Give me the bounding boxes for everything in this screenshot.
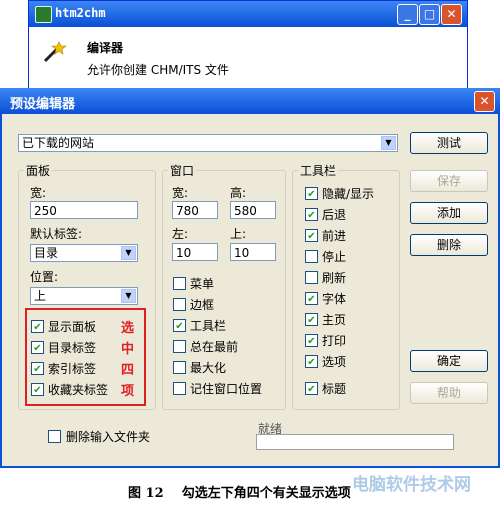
app-icon — [35, 6, 52, 23]
options-checkbox[interactable] — [305, 355, 318, 368]
toolbar-label: 工具栏 — [190, 319, 227, 333]
watermark-text: 电脑软件技术网 — [352, 475, 471, 495]
forward-label: 前进 — [322, 229, 347, 243]
panel-width-input[interactable]: 250 — [30, 201, 138, 219]
hide-show-label: 隐藏/显示 — [322, 187, 375, 201]
remember-position-checkbox[interactable] — [173, 382, 186, 395]
panel-width-label: 宽: — [30, 186, 47, 200]
annotation-char: 项 — [121, 384, 135, 399]
figure-caption: 图 12 勾选左下角四个有关显示选项 — [128, 486, 351, 501]
hide-show-checkbox[interactable] — [305, 187, 318, 200]
annotation-char: 选 — [121, 321, 135, 336]
delete-button[interactable]: 删除 — [410, 234, 488, 256]
menu-label: 菜单 — [190, 277, 215, 291]
stop-label: 停止 — [322, 250, 347, 264]
save-button[interactable]: 保存 — [410, 170, 488, 192]
htm2chm-lower-area: 删除输入文件夹 就绪 — [24, 410, 468, 466]
header-subtitle: 允许你创建 CHM/ITS 文件 — [87, 63, 229, 77]
show-panel-label: 显示面板 — [48, 320, 97, 334]
window-height-input[interactable]: 580 — [230, 201, 276, 219]
remember-position-label: 记住窗口位置 — [190, 382, 263, 396]
print-label: 打印 — [322, 334, 347, 348]
window-group-title: 窗口 — [168, 162, 197, 179]
delete-input-folder-checkbox[interactable] — [48, 430, 61, 443]
toc-tab-label: 目录标签 — [48, 341, 97, 355]
chevron-down-icon[interactable]: ▼ — [121, 289, 136, 303]
htm2chm-window: htm2chm _ □ ✕ 编译器 允许你创建 CHM/ITS 文件 — [28, 0, 468, 90]
test-button[interactable]: 测试 — [410, 132, 488, 154]
menu-checkbox[interactable] — [173, 277, 186, 290]
index-tab-checkbox[interactable] — [31, 362, 44, 375]
default-tab-label: 默认标签: — [30, 227, 83, 241]
chevron-down-icon[interactable]: ▼ — [381, 136, 396, 150]
dialog-close-button[interactable]: ✕ — [474, 91, 495, 112]
htm2chm-title: htm2chm — [55, 6, 106, 20]
show-panel-checkbox[interactable] — [31, 320, 44, 333]
maximize-button[interactable]: □ — [419, 4, 440, 25]
index-tab-label: 索引标签 — [48, 362, 97, 376]
title-checkbox[interactable] — [305, 382, 318, 395]
dialog-titlebar: 预设编辑器 ✕ — [0, 88, 500, 114]
border-checkbox[interactable] — [173, 298, 186, 311]
back-label: 后退 — [322, 208, 347, 222]
chevron-down-icon[interactable]: ▼ — [121, 246, 136, 260]
header-title: 编译器 — [87, 41, 124, 55]
window-left-input[interactable]: 10 — [172, 243, 218, 261]
site-select-value: 已下载的网站 — [22, 136, 95, 150]
annotation-char: 中 — [121, 342, 135, 357]
window-left-label: 左: — [172, 227, 189, 241]
site-select[interactable]: 已下载的网站 ▼ — [18, 134, 398, 152]
toc-tab-checkbox[interactable] — [31, 341, 44, 354]
forward-checkbox[interactable] — [305, 229, 318, 242]
stop-checkbox[interactable] — [305, 250, 318, 263]
window-top-input[interactable]: 10 — [230, 243, 276, 261]
close-button[interactable]: ✕ — [441, 4, 462, 25]
title-label: 标题 — [322, 382, 347, 396]
home-checkbox[interactable] — [305, 313, 318, 326]
refresh-label: 刷新 — [322, 271, 347, 285]
dialog-title: 预设编辑器 — [10, 97, 76, 112]
window-width-label: 宽: — [172, 186, 189, 200]
back-checkbox[interactable] — [305, 208, 318, 221]
font-label: 字体 — [322, 292, 347, 306]
default-tab-select[interactable]: 目录 ▼ — [30, 244, 138, 262]
position-value: 上 — [34, 289, 47, 303]
print-checkbox[interactable] — [305, 334, 318, 347]
htm2chm-header: 编译器 允许你创建 CHM/ITS 文件 — [29, 27, 467, 89]
window-top-label: 上: — [230, 227, 247, 241]
annotation-char: 四 — [121, 363, 135, 378]
position-label: 位置: — [30, 270, 59, 284]
position-select[interactable]: 上 ▼ — [30, 287, 138, 305]
always-on-top-label: 总在最前 — [190, 340, 239, 354]
options-label: 选项 — [322, 355, 347, 369]
font-checkbox[interactable] — [305, 292, 318, 305]
always-on-top-checkbox[interactable] — [173, 340, 186, 353]
maximize-label: 最大化 — [190, 361, 227, 375]
add-button[interactable]: 添加 — [410, 202, 488, 224]
minimize-button[interactable]: _ — [397, 4, 418, 25]
toolbar-checkbox[interactable] — [173, 319, 186, 332]
window-height-label: 高: — [230, 186, 247, 200]
refresh-checkbox[interactable] — [305, 271, 318, 284]
border-label: 边框 — [190, 298, 215, 312]
home-label: 主页 — [322, 313, 347, 327]
delete-input-folder-label: 删除输入文件夹 — [66, 430, 151, 444]
window-width-input[interactable]: 780 — [172, 201, 218, 219]
panel-group-title: 面板 — [24, 162, 53, 179]
htm2chm-titlebar: htm2chm _ □ ✕ — [29, 1, 467, 27]
help-button[interactable]: 帮助 — [410, 382, 488, 404]
wand-icon — [41, 41, 67, 63]
ok-button[interactable]: 确定 — [410, 350, 488, 372]
progress-bar — [256, 434, 454, 450]
maximize-checkbox[interactable] — [173, 361, 186, 374]
toolbar-group-title: 工具栏 — [298, 162, 339, 179]
favorites-tab-label: 收藏夹标签 — [48, 383, 109, 397]
favorites-tab-checkbox[interactable] — [31, 383, 44, 396]
default-tab-value: 目录 — [34, 246, 59, 260]
